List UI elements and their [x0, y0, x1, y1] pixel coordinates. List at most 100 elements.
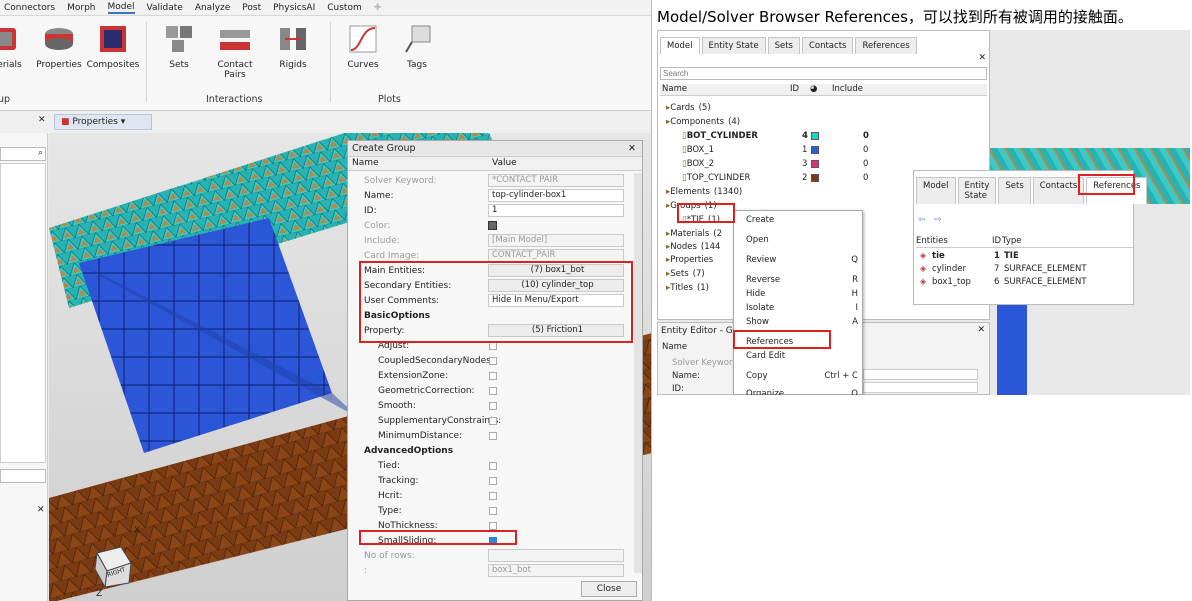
properties-dropdown[interactable]: ■ Properties ▾ — [54, 114, 152, 130]
color-swatch[interactable] — [488, 221, 497, 230]
refs-cell-name[interactable]: box1_top — [932, 277, 971, 287]
ribbon-materials-button[interactable]: aterials — [0, 22, 32, 70]
context-menu-item[interactable]: Review Q — [746, 255, 858, 265]
component-color-swatch[interactable] — [811, 174, 819, 182]
property-row[interactable]: GeometricCorrection: — [352, 383, 632, 398]
tree-item[interactable]: ▸ Sets (7) — [666, 269, 705, 279]
property-row[interactable]: Smooth: — [352, 398, 632, 413]
tree-item[interactable]: ▸ Elements (1340) — [666, 187, 742, 197]
property-row[interactable]: Hcrit: — [352, 488, 632, 503]
close-button[interactable]: Close — [581, 581, 637, 597]
property-checkbox[interactable] — [489, 491, 497, 500]
tab-model[interactable]: Model — [916, 177, 956, 204]
property-row[interactable]: MinimumDistance: — [352, 428, 632, 443]
refs-cell-name[interactable]: cylinder — [932, 264, 966, 274]
refs-cell-name[interactable]: tie — [932, 251, 945, 261]
tree-item[interactable]: ▸ Components (4) — [666, 117, 740, 127]
property-checkbox[interactable] — [489, 431, 497, 440]
tab-model[interactable]: Model — [660, 37, 700, 54]
context-menu-item[interactable]: Hide H — [746, 289, 858, 299]
close-icon[interactable]: ✕ — [977, 325, 985, 335]
property-row[interactable]: Color: — [352, 218, 632, 233]
search-input[interactable] — [660, 67, 987, 80]
menu-post[interactable]: Post — [242, 3, 261, 13]
tab-sets[interactable]: Sets — [767, 37, 800, 54]
add-tab-icon[interactable]: ✚ — [374, 3, 382, 13]
ribbon-contact-pairs-button[interactable]: Contact Pairs — [206, 22, 264, 80]
context-menu-item[interactable]: Show A — [746, 317, 858, 327]
property-row[interactable]: CoupledSecondaryNodes: — [352, 353, 632, 368]
context-menu-item[interactable]: Organize O — [746, 389, 858, 395]
property-value[interactable]: top-cylinder-box1 — [488, 189, 624, 202]
property-row[interactable]: : box1_bot — [352, 563, 632, 578]
menu-validate[interactable]: Validate — [147, 3, 183, 13]
property-checkbox[interactable] — [489, 356, 497, 365]
tab-sets[interactable]: Sets — [998, 177, 1031, 204]
tab-references[interactable]: References — [855, 37, 917, 54]
tree-item[interactable]: ▸ Titles (1) — [666, 283, 709, 293]
tree-item[interactable]: ▸ Nodes (144 — [666, 242, 720, 252]
property-checkbox[interactable] — [489, 386, 497, 395]
ribbon-rigids-button[interactable]: Rigids — [266, 22, 320, 70]
panel-search-input[interactable]: ⌕ — [0, 147, 46, 161]
menu-physicsai[interactable]: PhysicsAI — [273, 3, 315, 13]
property-row[interactable]: AdvancedOptions — [352, 443, 632, 458]
component-color-swatch[interactable] — [811, 146, 819, 154]
ribbon-tags-button[interactable]: Tags — [390, 22, 444, 70]
property-checkbox[interactable] — [489, 461, 497, 470]
ee-id-field[interactable] — [863, 382, 978, 393]
tree-item[interactable]: ▯ BOX_2 — [682, 159, 714, 169]
tree-item[interactable]: ▸ Cards (5) — [666, 103, 711, 113]
back-arrow-icon[interactable]: ⇦ — [918, 215, 926, 225]
property-row[interactable]: No of rows: — [352, 548, 632, 563]
property-row[interactable]: Tracking: — [352, 473, 632, 488]
property-checkbox[interactable] — [489, 521, 497, 530]
ribbon-properties-button[interactable]: Properties — [32, 22, 86, 70]
component-color-swatch[interactable] — [811, 160, 819, 168]
forward-arrow-icon[interactable]: ⇨ — [934, 215, 942, 225]
tree-item[interactable]: ▯ TOP_CYLINDER — [682, 173, 750, 183]
view-cube[interactable]: RIGHT — [91, 543, 135, 589]
property-row[interactable]: ExtensionZone: — [352, 368, 632, 383]
property-row[interactable]: Type: — [352, 503, 632, 518]
property-row[interactable]: Include: [Main Model] — [352, 233, 632, 248]
property-row[interactable]: Name: top-cylinder-box1 — [352, 188, 632, 203]
property-value[interactable]: *CONTACT PAIR — [488, 174, 624, 187]
context-menu-item[interactable]: Isolate I — [746, 303, 858, 313]
property-checkbox[interactable] — [489, 506, 497, 515]
property-value[interactable]: [Main Model] — [488, 234, 624, 247]
ribbon-composites-button[interactable]: Composites — [86, 22, 140, 70]
context-menu-item[interactable]: Open — [746, 235, 858, 245]
tab-contacts[interactable]: Contacts — [1032, 177, 1085, 204]
property-checkbox[interactable] — [489, 416, 497, 425]
menu-analyze[interactable]: Analyze — [195, 3, 230, 13]
menu-connectors[interactable]: Connectors — [4, 3, 55, 13]
close-icon[interactable]: ✕ — [628, 143, 636, 154]
menu-custom[interactable]: Custom — [327, 3, 361, 13]
ee-name-field[interactable] — [863, 369, 978, 380]
property-checkbox[interactable] — [489, 371, 497, 380]
property-row[interactable]: SupplementaryConstraints: — [352, 413, 632, 428]
close-icon[interactable]: ✕ — [38, 115, 46, 125]
close-icon[interactable]: ✕ — [37, 505, 45, 515]
menu-model[interactable]: Model — [107, 2, 135, 14]
property-value[interactable] — [488, 549, 624, 562]
component-color-swatch[interactable] — [811, 132, 819, 140]
tree-item[interactable]: ▯ BOX_1 — [682, 145, 714, 155]
property-checkbox[interactable] — [489, 476, 497, 485]
context-menu-item[interactable]: Create — [746, 215, 858, 225]
property-row[interactable]: Solver Keyword: *CONTACT PAIR — [352, 173, 632, 188]
property-row[interactable]: ID: 1 — [352, 203, 632, 218]
tab-contacts[interactable]: Contacts — [801, 37, 854, 54]
tab-entity-state[interactable]: Entity State — [957, 177, 997, 204]
tree-item[interactable]: ▸ Materials (2 — [666, 229, 722, 239]
ribbon-curves-button[interactable]: Curves — [336, 22, 390, 70]
tree-item[interactable]: ▸ Properties — [666, 255, 717, 265]
dialog-scrollbar[interactable] — [634, 173, 642, 573]
menu-morph[interactable]: Morph — [67, 3, 95, 13]
close-icon[interactable]: ✕ — [978, 53, 986, 63]
context-menu-item[interactable]: Reverse R — [746, 275, 858, 285]
property-row[interactable]: Tied: — [352, 458, 632, 473]
context-menu-item[interactable]: Copy Ctrl + C — [746, 371, 858, 381]
property-value[interactable]: 1 — [488, 204, 624, 217]
